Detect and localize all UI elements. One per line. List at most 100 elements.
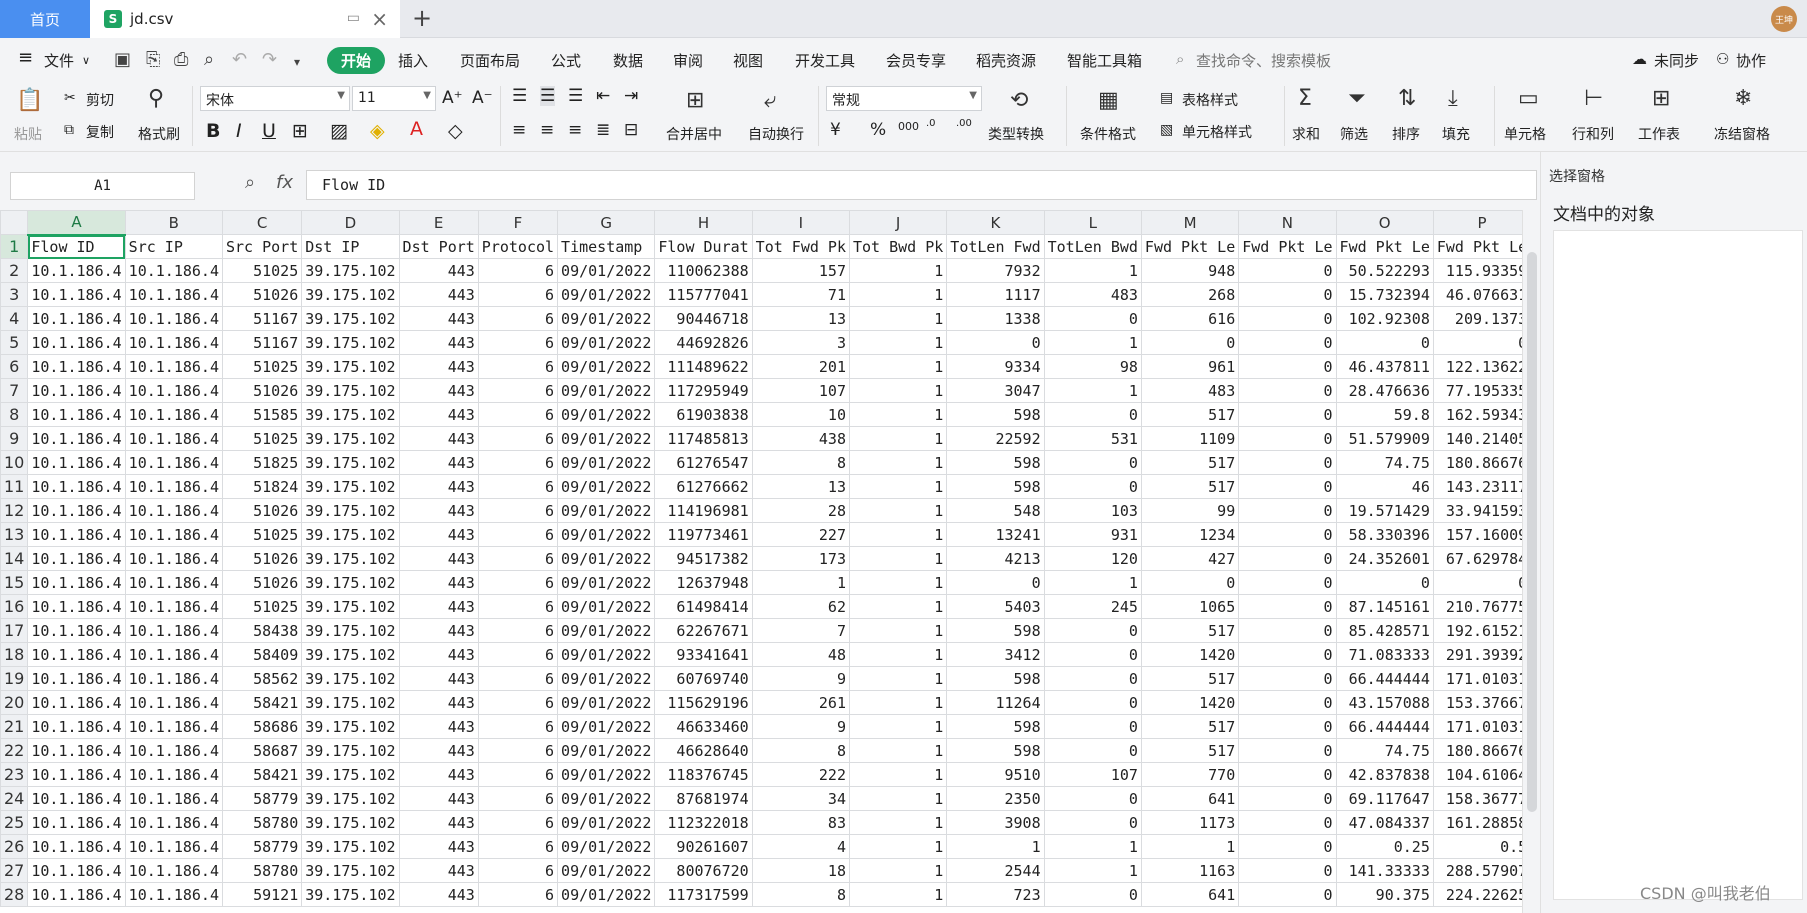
cell[interactable]: 6: [477, 498, 559, 523]
cell-style-button[interactable]: 单元格样式: [1182, 122, 1252, 142]
cell[interactable]: 0: [1140, 570, 1240, 595]
cell[interactable]: 171.01031: [1432, 666, 1522, 691]
cell[interactable]: 1117: [946, 282, 1045, 307]
cell[interactable]: 6: [477, 306, 559, 331]
cell[interactable]: 443: [398, 786, 479, 811]
cell[interactable]: 10.1.186.4: [27, 810, 126, 835]
cell[interactable]: 09/01/2022: [557, 546, 656, 571]
cell[interactable]: 443: [398, 810, 479, 835]
cell[interactable]: 10.1.186.4: [27, 642, 126, 667]
row-header[interactable]: 22: [0, 738, 29, 763]
cell[interactable]: TotLen Fwd: [946, 234, 1045, 259]
cell[interactable]: 0: [1238, 642, 1337, 667]
cell[interactable]: 0: [1043, 474, 1142, 499]
menu-docer[interactable]: 稻壳资源: [976, 50, 1036, 71]
cell[interactable]: 51025: [221, 522, 303, 547]
chevron-down-icon[interactable]: ∨: [82, 54, 90, 67]
cell[interactable]: 438: [751, 426, 850, 451]
cell[interactable]: 09/01/2022: [557, 306, 656, 331]
close-icon[interactable]: ×: [371, 7, 388, 31]
row-header[interactable]: 3: [0, 282, 29, 307]
cell[interactable]: 141.33333: [1335, 858, 1434, 883]
cell[interactable]: 443: [398, 306, 479, 331]
cell[interactable]: 6: [477, 450, 559, 475]
cell[interactable]: 10.1.186.4: [124, 810, 223, 835]
cell[interactable]: 10.1.186.4: [124, 474, 223, 499]
cell[interactable]: 0: [1238, 690, 1337, 715]
cell[interactable]: 6: [477, 834, 559, 859]
cell[interactable]: 51026: [221, 570, 303, 595]
cell[interactable]: 9334: [946, 354, 1045, 379]
row-header[interactable]: 10: [0, 450, 29, 475]
cell[interactable]: 6: [477, 666, 559, 691]
increase-decimal-icon[interactable]: .0: [926, 118, 936, 129]
cell[interactable]: 443: [398, 882, 479, 907]
font-size-select[interactable]: 11 ▼: [352, 86, 436, 111]
cell[interactable]: 71.083333: [1335, 642, 1434, 667]
decrease-decimal-icon[interactable]: .00: [956, 118, 972, 129]
column-header[interactable]: L: [1043, 210, 1142, 235]
cell[interactable]: TotLen Bwd: [1043, 234, 1142, 259]
cell[interactable]: 0: [1238, 354, 1337, 379]
cell[interactable]: 10.1.186.4: [124, 786, 223, 811]
cell[interactable]: 103: [1043, 498, 1142, 523]
italic-icon[interactable]: I: [236, 120, 242, 142]
cell[interactable]: 1: [848, 714, 948, 739]
cell[interactable]: 39.175.102: [301, 666, 400, 691]
cell[interactable]: 09/01/2022: [557, 450, 656, 475]
cell[interactable]: 1: [848, 618, 948, 643]
cell[interactable]: 119773461: [654, 522, 753, 547]
cell[interactable]: 39.175.102: [301, 594, 400, 619]
preview-icon[interactable]: ⌕: [204, 49, 214, 70]
cell[interactable]: 10.1.186.4: [27, 402, 126, 427]
cell[interactable]: 1338: [946, 306, 1045, 331]
eraser-icon[interactable]: ◇: [448, 120, 463, 142]
paste-icon[interactable]: 📋: [16, 88, 43, 113]
cell[interactable]: 58779: [221, 786, 303, 811]
cell[interactable]: 598: [946, 666, 1045, 691]
convert-icon[interactable]: ⟲: [1010, 88, 1028, 113]
align-right-icon[interactable]: ≡: [568, 120, 582, 140]
filter-icon[interactable]: ⏷: [1348, 86, 1366, 111]
cell[interactable]: 224.22625: [1432, 882, 1522, 907]
cell[interactable]: 598: [946, 714, 1045, 739]
cell[interactable]: 10.1.186.4: [27, 762, 126, 787]
freeze-panes-button[interactable]: 冻结窗格: [1714, 124, 1770, 144]
cell[interactable]: 09/01/2022: [557, 882, 656, 907]
cell[interactable]: 6: [477, 594, 559, 619]
cell[interactable]: 1: [848, 522, 948, 547]
cell[interactable]: 531: [1043, 426, 1142, 451]
cell[interactable]: 10.1.186.4: [27, 786, 126, 811]
cell[interactable]: 1: [1043, 858, 1142, 883]
cell[interactable]: 51025: [221, 354, 303, 379]
cell[interactable]: 1: [848, 666, 948, 691]
save-icon[interactable]: ▣: [114, 49, 131, 70]
cell[interactable]: 0: [1238, 258, 1337, 283]
cell[interactable]: 111489622: [654, 354, 753, 379]
column-header[interactable]: O: [1335, 210, 1434, 235]
cell[interactable]: 0: [1238, 570, 1337, 595]
cell[interactable]: 1: [848, 642, 948, 667]
row-header[interactable]: 11: [0, 474, 29, 499]
column-header[interactable]: N: [1238, 210, 1337, 235]
cell[interactable]: 51824: [221, 474, 303, 499]
cell[interactable]: 90.375: [1335, 882, 1434, 907]
cell[interactable]: 517: [1140, 666, 1240, 691]
format-painter-icon[interactable]: ⚲: [148, 86, 164, 111]
cell[interactable]: 1: [848, 474, 948, 499]
cell[interactable]: 961: [1140, 354, 1240, 379]
cell[interactable]: 8: [751, 450, 850, 475]
cell[interactable]: 10.1.186.4: [27, 618, 126, 643]
cell[interactable]: 39.175.102: [301, 738, 400, 763]
cell[interactable]: 443: [398, 738, 479, 763]
align-left-icon[interactable]: ≡: [512, 120, 526, 140]
cell[interactable]: Fwd Pkt Le: [1140, 234, 1240, 259]
cell[interactable]: 10.1.186.4: [124, 618, 223, 643]
cell[interactable]: 1173: [1140, 810, 1240, 835]
cell[interactable]: 443: [398, 426, 479, 451]
cell[interactable]: 74.75: [1335, 450, 1434, 475]
cell[interactable]: 46: [1335, 474, 1434, 499]
cell[interactable]: 10.1.186.4: [27, 834, 126, 859]
cell[interactable]: 51825: [221, 450, 303, 475]
cell[interactable]: 1: [848, 258, 948, 283]
